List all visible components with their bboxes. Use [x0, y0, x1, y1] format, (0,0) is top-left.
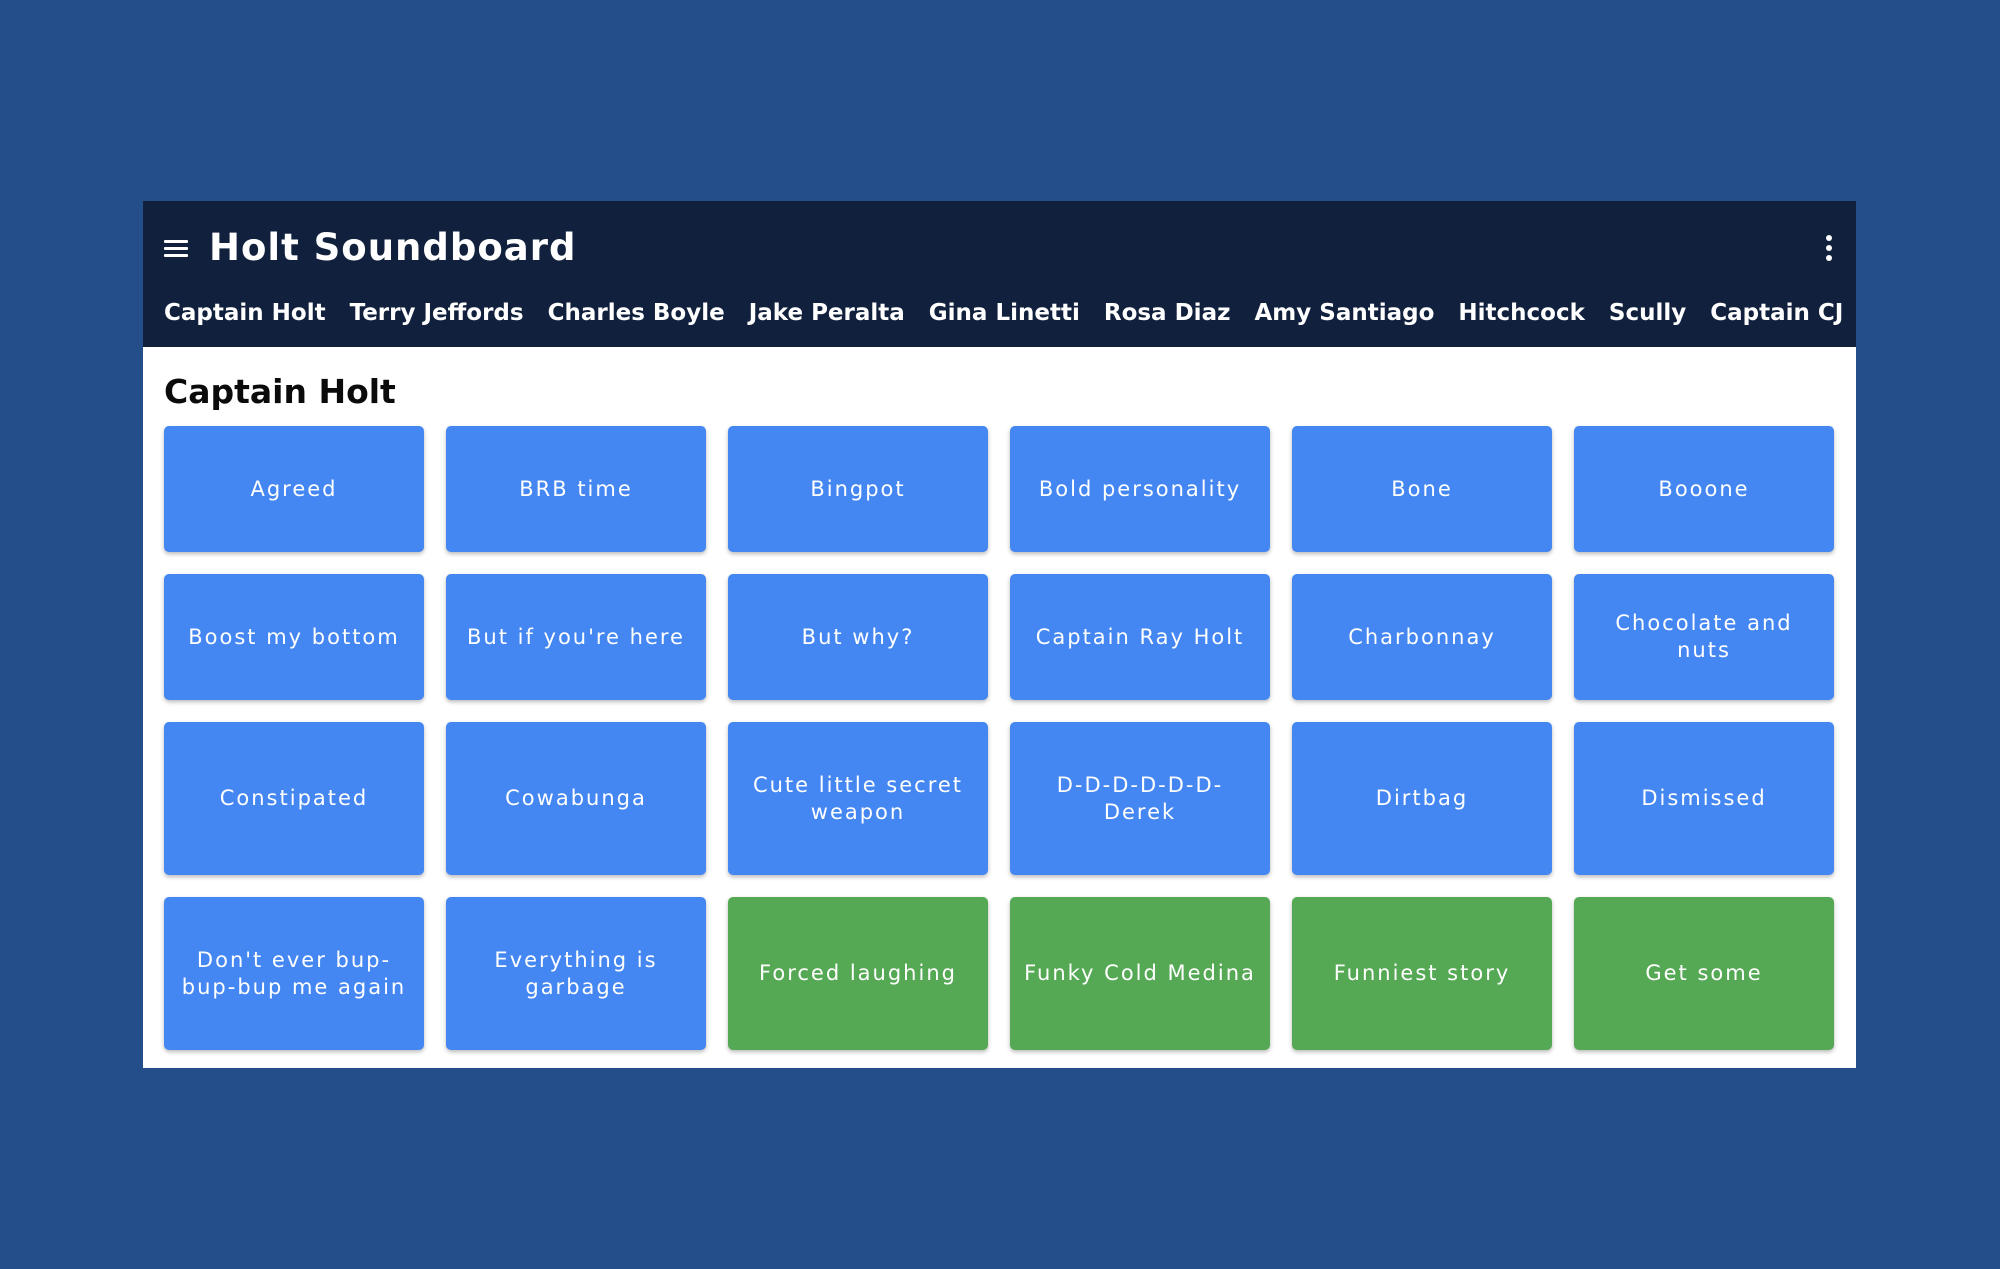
tab-amy-santiago[interactable]: Amy Santiago	[1254, 293, 1434, 333]
tab-scully[interactable]: Scully	[1609, 293, 1686, 333]
sound-button[interactable]: But why?	[728, 574, 988, 700]
sound-button[interactable]: Cute little secret weapon	[728, 722, 988, 875]
sound-button[interactable]: D-D-D-D-D-D-Derek	[1010, 722, 1270, 875]
sound-button[interactable]: BRB time	[446, 426, 706, 552]
tab-rosa-diaz[interactable]: Rosa Diaz	[1104, 293, 1231, 333]
sound-button[interactable]: Dirtbag	[1292, 722, 1552, 875]
sound-button[interactable]: Funniest story	[1292, 897, 1552, 1050]
tabs-bar: Captain Holt Terry Jeffords Charles Boyl…	[164, 293, 1856, 333]
app-header: Holt Soundboard Captain Holt Terry Jeffo…	[143, 201, 1856, 347]
sound-button[interactable]: Bingpot	[728, 426, 988, 552]
hamburger-menu-icon[interactable]	[164, 237, 188, 261]
tab-captain-cj[interactable]: Captain CJ	[1710, 293, 1843, 333]
sound-button[interactable]: Funky Cold Medina	[1010, 897, 1270, 1050]
tab-gina-linetti[interactable]: Gina Linetti	[929, 293, 1080, 333]
app-title: Holt Soundboard	[209, 226, 577, 269]
sound-button[interactable]: Get some	[1574, 897, 1834, 1050]
sound-button[interactable]: Booone	[1574, 426, 1834, 552]
vertical-ellipsis-icon[interactable]	[1823, 233, 1835, 263]
sound-button[interactable]: Constipated	[164, 722, 424, 875]
sound-button[interactable]: Boost my bottom	[164, 574, 424, 700]
sound-button[interactable]: Captain Ray Holt	[1010, 574, 1270, 700]
tab-hitchcock[interactable]: Hitchcock	[1458, 293, 1585, 333]
tab-jake-peralta[interactable]: Jake Peralta	[749, 293, 905, 333]
app-window: Holt Soundboard Captain Holt Terry Jeffo…	[143, 201, 1856, 1068]
sound-button[interactable]: Agreed	[164, 426, 424, 552]
sound-grid: Agreed BRB time Bingpot Bold personality…	[164, 426, 1835, 1050]
sound-button[interactable]: Everything is garbage	[446, 897, 706, 1050]
sound-button[interactable]: But if you're here	[446, 574, 706, 700]
section-title: Captain Holt	[164, 372, 396, 411]
sound-button[interactable]: Cowabunga	[446, 722, 706, 875]
sound-button[interactable]: Charbonnay	[1292, 574, 1552, 700]
sound-button[interactable]: Bold personality	[1010, 426, 1270, 552]
sound-button[interactable]: Don't ever bup-bup-bup me again	[164, 897, 424, 1050]
sound-button[interactable]: Dismissed	[1574, 722, 1834, 875]
tab-terry-jeffords[interactable]: Terry Jeffords	[350, 293, 524, 333]
sound-button[interactable]: Forced laughing	[728, 897, 988, 1050]
sound-button[interactable]: Bone	[1292, 426, 1552, 552]
tab-captain-holt[interactable]: Captain Holt	[164, 293, 326, 333]
sound-button[interactable]: Chocolate and nuts	[1574, 574, 1834, 700]
tab-charles-boyle[interactable]: Charles Boyle	[548, 293, 725, 333]
